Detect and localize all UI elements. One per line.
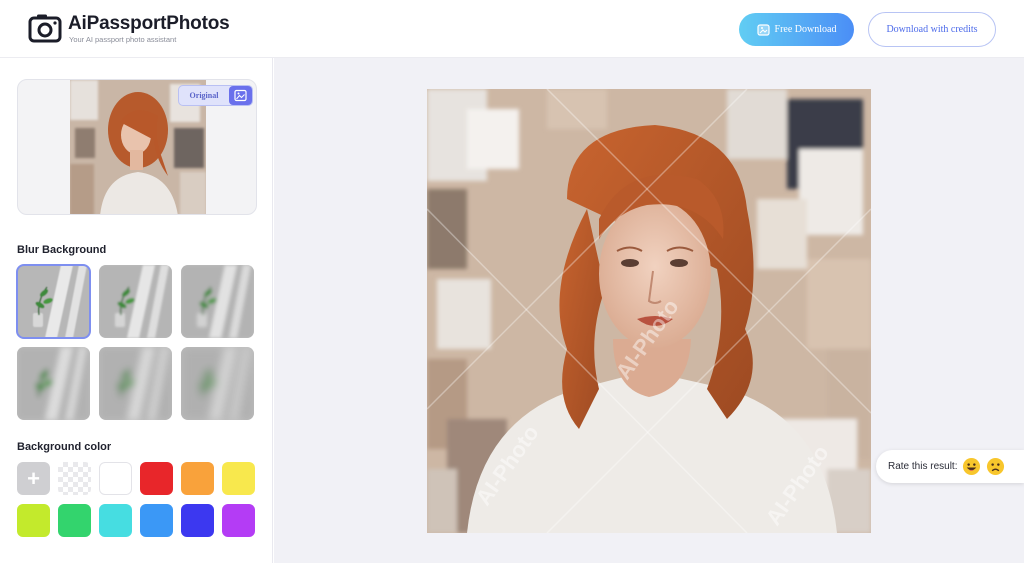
sad-emoji-icon[interactable] — [986, 457, 1005, 476]
color-swatch-3b98f6[interactable] — [140, 504, 173, 537]
color-swatch-c3ea2c[interactable] — [17, 504, 50, 537]
blur-option-6[interactable] — [181, 347, 254, 420]
blur-background-title: Blur Background — [17, 244, 107, 256]
original-toggle-label: Original — [189, 91, 219, 100]
blur-options-grid — [16, 264, 257, 420]
camera-logo-icon[interactable] — [28, 13, 62, 43]
original-toggle[interactable]: Original — [178, 85, 253, 106]
add-custom-color-button[interactable]: + — [17, 462, 50, 495]
brand-tagline: Your AI passport photo assistant — [69, 35, 177, 44]
blur-option-4[interactable] — [17, 347, 90, 420]
color-swatch-f8e84d[interactable] — [222, 462, 255, 495]
color-swatch-33d46d[interactable] — [58, 504, 91, 537]
brand-name[interactable]: AiPassportPhotos — [68, 13, 230, 35]
rate-result-widget: Rate this result: — [876, 450, 1024, 483]
background-color-grid: + — [17, 462, 257, 537]
color-swatch-e8262a[interactable] — [140, 462, 173, 495]
blur-option-1[interactable] — [16, 264, 91, 339]
app-header: AiPassportPhotos Your AI passport photo … — [0, 0, 1024, 58]
color-swatch-46dde1[interactable] — [99, 504, 132, 537]
blur-option-5[interactable] — [99, 347, 172, 420]
free-download-button[interactable]: Free Download — [739, 13, 854, 46]
color-swatch-b43cf5[interactable] — [222, 504, 255, 537]
download-with-credits-button[interactable]: Download with credits — [868, 12, 996, 47]
download-image-icon — [756, 23, 770, 36]
free-download-label: Free Download — [774, 24, 837, 35]
original-preview-card[interactable]: Original — [17, 79, 257, 215]
color-swatch-f9a23b[interactable] — [181, 462, 214, 495]
happy-emoji-icon[interactable] — [962, 457, 981, 476]
plus-icon: + — [27, 465, 40, 491]
background-color-title: Background color — [17, 441, 112, 453]
main-canvas-area: AI-Photo AI-Photo AI-Photo — [274, 58, 1024, 563]
color-swatch-transparent[interactable] — [58, 462, 91, 495]
compare-image-icon[interactable] — [229, 86, 252, 105]
color-swatch-3c38f0[interactable] — [181, 504, 214, 537]
blur-option-2[interactable] — [99, 265, 172, 338]
sidebar: Original Blur Background Background colo… — [0, 58, 273, 563]
blur-option-3[interactable] — [181, 265, 254, 338]
color-swatch-ffffff[interactable] — [99, 462, 132, 495]
result-photo: AI-Photo AI-Photo AI-Photo — [427, 89, 871, 533]
rate-label: Rate this result: — [888, 461, 958, 472]
